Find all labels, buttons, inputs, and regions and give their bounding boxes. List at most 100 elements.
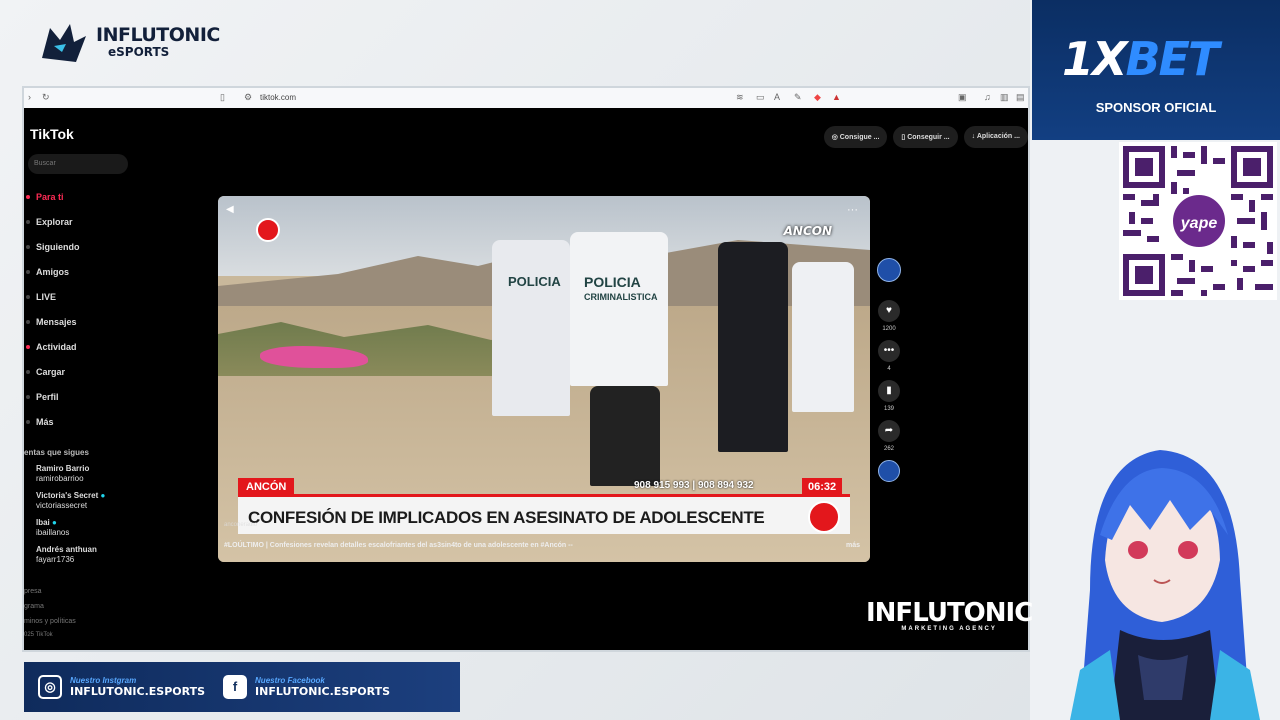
sponsor-logo: 1XBET: [1062, 32, 1219, 86]
sidebar-item-explorar[interactable]: Explorar: [24, 209, 144, 234]
following-header: entas que sigues: [24, 448, 89, 457]
save-button[interactable]: ▮: [878, 380, 900, 402]
more-icon: [26, 419, 30, 424]
bookmark-icon[interactable]: ▯: [220, 92, 230, 102]
messages-icon: [26, 319, 30, 324]
footer-link[interactable]: presa: [24, 588, 42, 595]
home-icon: [26, 194, 30, 199]
followed-account[interactable]: Andrés anthuan fayarr1736: [36, 545, 97, 565]
sidebar-item-para-ti[interactable]: Para ti: [24, 184, 144, 209]
download-app-button[interactable]: ↓ Aplicación ...: [963, 126, 1028, 148]
share-button[interactable]: ➦: [878, 420, 900, 442]
facebook-icon: f: [223, 675, 248, 699]
logo-line2: eSPORTS: [108, 44, 170, 59]
vtuber-avatar: [1070, 450, 1260, 720]
creator-avatar[interactable]: [877, 258, 901, 282]
video-investigator-3: [792, 262, 854, 412]
followed-account[interactable]: Ramiro Barrio ramirobarrioo: [36, 464, 89, 484]
site-settings-icon[interactable]: ⚙: [244, 92, 254, 102]
video-caption: #LOÚLTIMO | Confesiones revelan detalles…: [224, 542, 573, 549]
sidebar-item-label: Siguiendo: [36, 241, 80, 252]
screenshot-icon[interactable]: ▭: [756, 92, 766, 102]
agency-watermark: INFLUTONIC MARKETING AGENCY: [866, 598, 1033, 632]
sidebar-item-mas[interactable]: Más: [24, 409, 144, 434]
sidebar-item-label: Perfil: [36, 391, 59, 402]
like-count: 1200: [882, 326, 896, 332]
sidebar-item-perfil[interactable]: Perfil: [24, 384, 144, 409]
account-name: Andrés anthuan: [36, 545, 97, 554]
yape-logo: yape: [1170, 192, 1228, 250]
verified-icon: ●: [52, 518, 57, 527]
sidebar-item-siguiendo[interactable]: Siguiendo: [24, 234, 144, 259]
globe-icon: [808, 501, 840, 533]
followed-account[interactable]: Ibai ● ibaillanos: [36, 518, 69, 538]
shield-icon[interactable]: ◆: [814, 92, 824, 102]
rewards-icon[interactable]: ▲: [832, 92, 842, 102]
button-label: Aplicación ...: [976, 133, 1020, 140]
sidebar-item-label: Explorar: [36, 216, 73, 227]
account-handle: fayarr1736: [36, 555, 75, 564]
sponsor-label: SPONSOR OFICIAL: [1095, 100, 1217, 115]
channel-badge: ANCON: [783, 224, 832, 238]
video-investigator-2-legs: [590, 386, 660, 486]
account-handle: ibaillanos: [36, 528, 70, 537]
sidebar-item-live[interactable]: LIVE: [24, 284, 144, 309]
save-count: 139: [883, 406, 894, 412]
reader-icon[interactable]: ≋: [736, 92, 746, 102]
share-count: 262: [883, 446, 894, 452]
tiktok-logo[interactable]: TikTok: [30, 126, 74, 142]
translate-icon[interactable]: A: [774, 92, 784, 102]
volume-icon[interactable]: ◀: [226, 204, 234, 215]
facebook-group[interactable]: f Nuestro Facebook INFLUTONIC.ESPORTS: [223, 675, 390, 699]
footer-link[interactable]: grama: [24, 603, 44, 610]
heart-icon: ♥: [886, 305, 892, 316]
forward-icon[interactable]: ›: [28, 92, 38, 102]
tabs-icon[interactable]: ▤: [1016, 92, 1026, 102]
get-coins-button[interactable]: ◎ Consigue ...: [823, 126, 888, 148]
sidebar-item-amigos[interactable]: Amigos: [24, 259, 144, 284]
button-label: Conseguir ...: [907, 134, 950, 141]
upload-icon: [26, 369, 30, 374]
share-icon: ➦: [884, 425, 894, 436]
more-options-icon[interactable]: ···: [847, 204, 858, 216]
instagram-label: Nuestro Instgram: [70, 676, 137, 685]
music-disc[interactable]: [878, 460, 900, 482]
instagram-group[interactable]: ◎ Nuestro Instgram INFLUTONIC.ESPORTS: [38, 675, 205, 699]
search-input[interactable]: Buscar: [28, 154, 128, 174]
sponsor-logo-1x: 1X: [1062, 32, 1127, 86]
sidebar-item-cargar[interactable]: Cargar: [24, 359, 144, 384]
reload-icon[interactable]: ↻: [42, 92, 52, 102]
sidebar-item-label: Más: [36, 416, 54, 427]
followed-account[interactable]: Victoria's Secret ● victoriassecret: [36, 491, 105, 511]
america-tv-globe-icon: [256, 218, 280, 242]
vest-text: CRIMINALISTICA: [584, 292, 658, 302]
address-bar[interactable]: tiktok.com: [260, 93, 296, 102]
activity-icon: [26, 344, 30, 349]
account-name: Ibai: [36, 518, 50, 527]
news-phones: 908 915 993 | 908 894 932: [634, 480, 754, 491]
get-app-button[interactable]: ▯ Conseguir ...: [893, 126, 958, 148]
social-banner: ◎ Nuestro Instgram INFLUTONIC.ESPORTS f …: [24, 662, 460, 712]
comment-button[interactable]: •••: [878, 340, 900, 362]
influtonic-esports-logo: INFLUTONIC eSPORTS: [36, 18, 220, 66]
extensions-icon[interactable]: ▣: [958, 92, 968, 102]
friends-icon: [26, 269, 30, 274]
sidebar-item-label: Amigos: [36, 266, 70, 277]
comment-icon: •••: [883, 345, 895, 356]
sidebar-icon[interactable]: ▥: [1000, 92, 1010, 102]
edit-icon[interactable]: ✎: [794, 92, 804, 102]
verified-icon: ●: [100, 491, 106, 500]
video-watermark: anconeradio: [224, 522, 258, 528]
top-actions: ◎ Consigue ... ▯ Conseguir ... ↓ Aplicac…: [823, 126, 1028, 148]
compass-icon: [26, 219, 30, 224]
agency-name: INFLUTONIC: [866, 598, 1033, 628]
video-player[interactable]: POLICIA POLICIA CRIMINALISTICA ◀ ··· ANC…: [218, 196, 870, 562]
button-label: Consigue ...: [839, 134, 880, 141]
bookmark-icon: ▮: [886, 385, 892, 396]
like-button[interactable]: ♥: [878, 300, 900, 322]
sidebar-item-actividad[interactable]: Actividad: [24, 334, 144, 359]
sidebar-item-mensajes[interactable]: Mensajes: [24, 309, 144, 334]
footer-link[interactable]: minos y políticas: [24, 618, 76, 625]
caption-more-link[interactable]: más: [846, 542, 860, 549]
music-icon[interactable]: ♫: [984, 92, 994, 102]
